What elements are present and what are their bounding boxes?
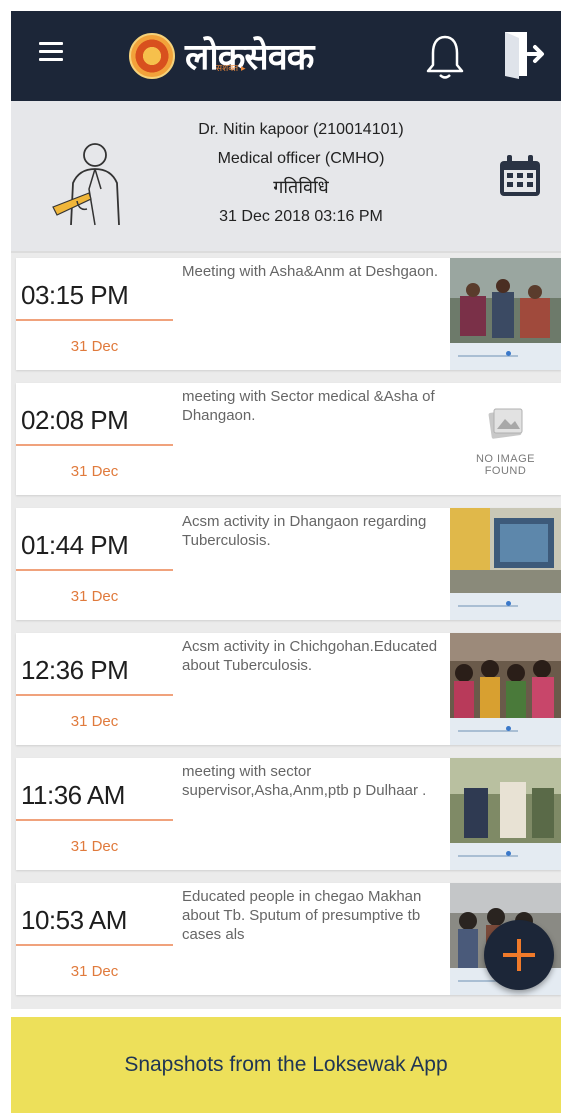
activity-card[interactable]: 10:53 AM 31 Dec Educated people in chega… <box>16 883 561 995</box>
no-image-text: NO IMAGE FOUND <box>450 453 561 477</box>
activity-card[interactable]: 02:08 PM 31 Dec meeting with Sector medi… <box>16 383 561 495</box>
activity-thumbnail[interactable] <box>450 758 561 870</box>
activity-card[interactable]: 12:36 PM 31 Dec Acsm activity in Chichgo… <box>16 633 561 745</box>
profile-role: Medical officer (CMHO) <box>217 150 385 167</box>
divider <box>16 569 173 571</box>
no-image-placeholder: NO IMAGE FOUND <box>450 383 561 495</box>
map-strip <box>450 718 561 745</box>
app-screen: लोकसेवक सशक्त ▸ Dr. Nitin kapoor (210014… <box>11 11 561 1009</box>
activity-time: 02:08 PM <box>21 405 129 435</box>
app-logo-tagline: सशक्त ▸ <box>216 64 246 74</box>
calendar-icon[interactable] <box>497 153 543 199</box>
activity-date: 31 Dec <box>70 463 119 480</box>
profile-info: Dr. Nitin kapoor (210014101) Medical off… <box>131 115 471 231</box>
activity-card[interactable]: 11:36 AM 31 Dec meeting with sector supe… <box>16 758 561 870</box>
divider <box>16 319 173 321</box>
activity-description: Acsm activity in Dhangaon regarding Tube… <box>182 513 427 549</box>
divider <box>16 944 173 946</box>
divider <box>16 694 173 696</box>
no-image-line1: NO IMAGE <box>475 453 535 465</box>
activity-card[interactable]: 01:44 PM 31 Dec Acsm activity in Dhangao… <box>16 508 561 620</box>
profile-name: Dr. Nitin kapoor (210014101) <box>198 121 404 138</box>
activity-photo <box>450 508 561 593</box>
activity-time: 03:15 PM <box>21 280 129 310</box>
activity-photo <box>450 633 561 718</box>
doctor-icon <box>52 143 120 226</box>
activity-photo <box>450 258 561 343</box>
activity-date: 31 Dec <box>70 713 119 730</box>
activity-time: 01:44 PM <box>21 530 129 560</box>
activity-description: Meeting with Asha&Anm at Deshgaon. <box>182 263 438 280</box>
activity-description: Educated people in chegao Makhan about T… <box>182 888 422 943</box>
activity-thumbnail[interactable] <box>450 508 561 620</box>
activity-thumbnail[interactable] <box>450 258 561 370</box>
app-logo-text: लोकसेवक <box>185 37 314 78</box>
activity-card[interactable]: 03:15 PM 31 Dec Meeting with Asha&Anm at… <box>16 258 561 370</box>
profile-datetime: 31 Dec 2018 03:16 PM <box>219 208 383 225</box>
map-strip <box>450 843 561 870</box>
activity-description: Acsm activity in Chichgohan.Educated abo… <box>182 638 438 674</box>
menu-icon[interactable] <box>39 42 63 68</box>
activity-photo <box>450 758 561 843</box>
bell-icon[interactable] <box>425 33 465 81</box>
no-image-line2: FOUND <box>484 465 527 477</box>
caption-banner: Snapshots from the Loksewak App <box>11 1017 561 1113</box>
activity-list: 03:15 PM 31 Dec Meeting with Asha&Anm at… <box>16 258 561 1008</box>
map-strip <box>450 593 561 620</box>
profile-section-title: गतिविधि <box>273 177 329 198</box>
activity-time: 10:53 AM <box>21 905 127 935</box>
divider <box>16 444 173 446</box>
add-activity-button[interactable] <box>484 920 554 990</box>
activity-date: 31 Dec <box>70 838 119 855</box>
activity-description: meeting with sector supervisor,Asha,Anm,… <box>182 763 427 799</box>
activity-date: 31 Dec <box>70 963 119 980</box>
profile-header: Dr. Nitin kapoor (210014101) Medical off… <box>11 101 561 253</box>
emblem-icon <box>129 32 175 79</box>
activity-time: 11:36 AM <box>21 780 125 810</box>
app-bar: लोकसेवक सशक्त ▸ <box>11 11 561 101</box>
activity-thumbnail[interactable] <box>450 633 561 745</box>
divider <box>16 819 173 821</box>
activity-time: 12:36 PM <box>21 655 129 685</box>
logout-icon[interactable] <box>501 29 545 79</box>
activity-description: meeting with Sector medical &Asha of Dha… <box>182 388 435 424</box>
activity-date: 31 Dec <box>70 338 119 355</box>
no-image-icon <box>488 408 523 439</box>
activity-date: 31 Dec <box>70 588 119 605</box>
map-strip <box>450 343 561 370</box>
